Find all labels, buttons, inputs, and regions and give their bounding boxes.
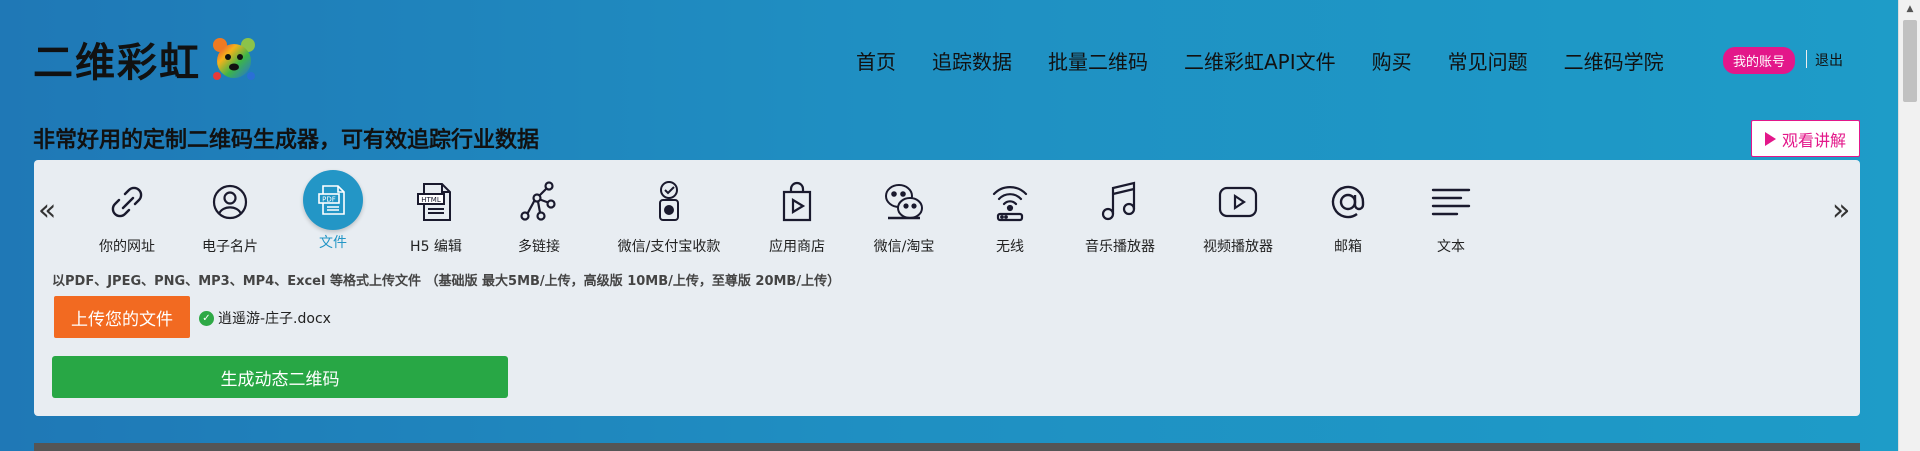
- type-url[interactable]: 你的网址: [67, 178, 187, 256]
- wifi-icon: [992, 186, 1028, 222]
- nav-tracking-data[interactable]: 追踪数据: [932, 46, 1012, 75]
- my-account-button[interactable]: 我的账号: [1723, 47, 1796, 74]
- pdf-file-icon: PDF: [318, 185, 345, 215]
- type-file[interactable]: PDF 文件: [273, 170, 393, 252]
- type-url-label: 你的网址: [99, 239, 155, 255]
- nav-qrcode-academy[interactable]: 二维码学院: [1564, 46, 1664, 75]
- uploaded-file-info: ✓ 逍遥游-庄子.docx: [199, 308, 331, 328]
- type-app-store[interactable]: 应用商店: [737, 178, 857, 256]
- type-vcard-label: 电子名片: [202, 239, 258, 255]
- video-icon: [1218, 186, 1258, 218]
- email-icon: [1331, 185, 1365, 219]
- type-h5[interactable]: HTML H5 编辑: [376, 178, 496, 256]
- app-store-icon: [782, 181, 812, 222]
- type-email[interactable]: 邮箱: [1288, 178, 1408, 256]
- type-video-player-label: 视频播放器: [1203, 239, 1273, 255]
- uploaded-file-name: 逍遥游-庄子.docx: [218, 311, 331, 327]
- logout-link[interactable]: 退出: [1815, 50, 1843, 70]
- main-nav: 首页 追踪数据 批量二维码 二维彩虹API文件 购买 常见问题 二维码学院: [856, 46, 1700, 75]
- type-text-label: 文本: [1437, 239, 1465, 255]
- text-icon: [1431, 188, 1471, 216]
- page: 二维彩虹 首页 追踪数据 批量二维码 二维彩虹API文件 购买 常见问题 二维码…: [0, 0, 1898, 451]
- html-icon-label: HTML: [421, 196, 441, 204]
- type-file-label: 文件: [319, 235, 347, 251]
- type-payment[interactable]: 微信/支付宝收款: [609, 178, 729, 256]
- logo-text: 二维彩虹: [33, 40, 201, 86]
- user-icon: [212, 184, 248, 220]
- upload-file-button[interactable]: 上传您的文件: [54, 296, 190, 338]
- pdf-icon-label: PDF: [322, 196, 336, 204]
- multi-link-icon: [520, 181, 556, 221]
- nav-faq[interactable]: 常见问题: [1448, 46, 1528, 75]
- type-wechat[interactable]: 微信/淘宝: [844, 178, 964, 256]
- music-icon: [1101, 181, 1136, 221]
- type-multi-link[interactable]: 多链接: [479, 178, 599, 256]
- upload-hint: 以PDF、JPEG、PNG、MP3、MP4、Excel 等格式上传文件 （基础版…: [52, 274, 841, 289]
- link-icon: [111, 186, 143, 218]
- check-icon: ✓: [199, 310, 214, 326]
- type-email-label: 邮箱: [1334, 239, 1362, 255]
- play-icon: [1764, 131, 1776, 146]
- type-file-active-circle: PDF: [303, 170, 363, 230]
- watch-tutorial-button[interactable]: 观看讲解: [1751, 120, 1860, 157]
- type-wifi-label: 无线: [996, 239, 1024, 255]
- wechat-icon: [885, 184, 923, 220]
- html-file-icon: HTML: [417, 183, 451, 221]
- type-video-player[interactable]: 视频播放器: [1178, 178, 1298, 256]
- header-divider: [1806, 50, 1807, 68]
- nav-batch-qrcode[interactable]: 批量二维码: [1048, 46, 1148, 75]
- qrcode-type-list: 你的网址 电子名片 PDF 文件 HTML H5 编辑 多链接 微信/支付宝收款…: [34, 170, 1860, 258]
- qrcode-type-panel: « » 你的网址 电子名片 PDF 文件 HTML H5 编辑 多链接 微信/支…: [34, 160, 1860, 416]
- type-wifi[interactable]: 无线: [950, 178, 1070, 256]
- type-h5-label: H5 编辑: [410, 239, 462, 255]
- type-music-player-label: 音乐播放器: [1085, 239, 1155, 255]
- nav-purchase[interactable]: 购买: [1372, 46, 1412, 75]
- type-music-player[interactable]: 音乐播放器: [1060, 178, 1180, 256]
- watch-tutorial-label: 观看讲解: [1781, 130, 1846, 150]
- rainbow-bear-logo-icon: [213, 38, 255, 80]
- page-scrollbar[interactable]: ▲: [1898, 0, 1920, 451]
- type-payment-label: 微信/支付宝收款: [617, 239, 721, 255]
- type-text[interactable]: 文本: [1391, 178, 1511, 256]
- type-multi-link-label: 多链接: [518, 239, 560, 255]
- generate-dynamic-qrcode-button[interactable]: 生成动态二维码: [52, 356, 508, 398]
- type-app-store-label: 应用商店: [769, 239, 825, 255]
- nav-home[interactable]: 首页: [856, 46, 896, 75]
- scroll-up-arrow-icon[interactable]: ▲: [1899, 0, 1920, 18]
- scrollbar-thumb[interactable]: [1903, 20, 1917, 102]
- type-vcard[interactable]: 电子名片: [170, 178, 290, 256]
- type-wechat-label: 微信/淘宝: [873, 239, 935, 255]
- page-subtitle: 非常好用的定制二维码生成器，可有效追踪行业数据: [33, 128, 540, 153]
- nav-api-docs[interactable]: 二维彩虹API文件: [1184, 46, 1336, 75]
- logo[interactable]: 二维彩虹: [33, 30, 257, 88]
- content-below: [34, 443, 1860, 451]
- payment-icon: [659, 181, 679, 221]
